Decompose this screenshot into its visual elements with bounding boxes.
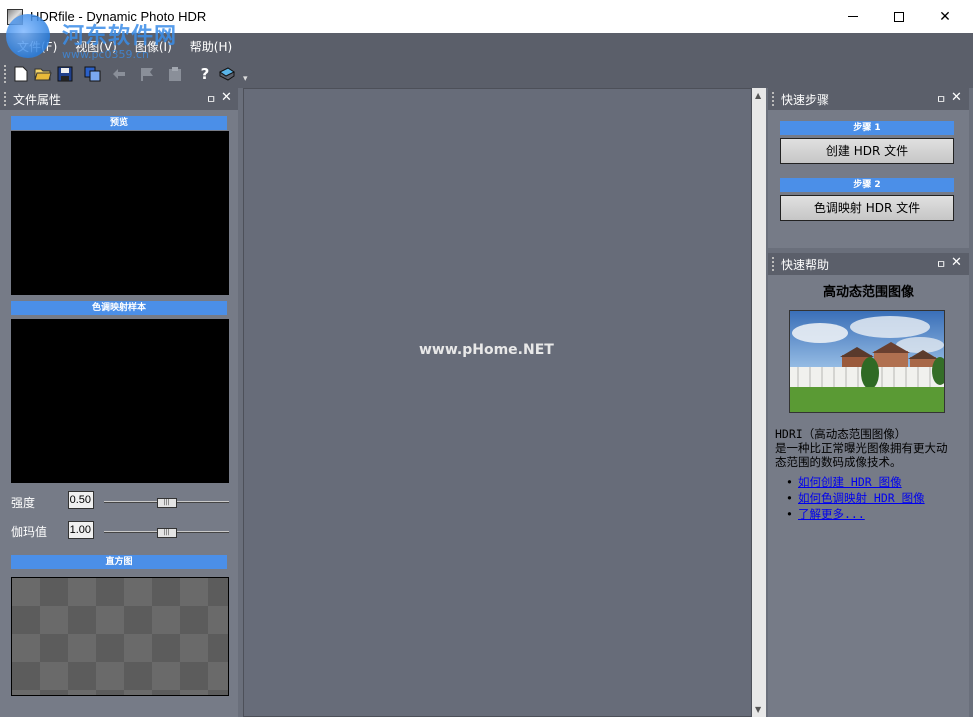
help-text-line: 态范围的数码成像技术。	[775, 455, 902, 469]
info-icon[interactable]	[218, 65, 236, 83]
help-link-tonemap-hdr[interactable]: 如何色调映射 HDR 图像	[782, 490, 967, 506]
title-bar: HDRfile - Dynamic Photo HDR ✕	[0, 0, 973, 33]
strength-value-field[interactable]: 0.50	[68, 491, 94, 509]
pin-icon[interactable]: ㅁ	[206, 91, 216, 107]
histogram-header: 直方图	[11, 555, 227, 569]
help-text-line: HDRI（高动态范围图像）	[775, 427, 907, 441]
quick-help-panel: 快速帮助 ㅁ ✕ 高动态范围图像 HDRI（高动态范围图像） 是一种比正常曝光图…	[768, 253, 969, 717]
help-text-line: 是一种比正常曝光图像拥有更大动	[775, 441, 948, 455]
menu-file[interactable]: 文件(F)	[8, 38, 66, 55]
panel-grip[interactable]	[772, 92, 775, 106]
step1-header: 步骤 1	[780, 121, 954, 135]
minimize-icon	[848, 16, 858, 17]
menu-view[interactable]: 视图(V)	[66, 38, 126, 55]
scroll-down-icon[interactable]: ▼	[755, 705, 761, 714]
panel-title: 快速步骤	[781, 93, 830, 107]
minimize-button[interactable]	[830, 0, 876, 33]
strength-label: 强度	[11, 496, 36, 510]
tonemap-sample-header: 色调映射样本	[11, 301, 227, 315]
panel-title: 快速帮助	[781, 258, 830, 272]
gamma-slider-thumb[interactable]: |||	[156, 528, 177, 538]
gamma-value-field[interactable]: 1.00	[68, 521, 94, 539]
flag-icon[interactable]	[138, 65, 156, 83]
scroll-up-icon[interactable]: ▲	[755, 91, 761, 100]
help-icon[interactable]: ?	[196, 65, 214, 83]
create-hdr-button[interactable]: 创建 HDR 文件	[780, 138, 954, 164]
center-watermark: www.pHome.NET	[419, 342, 554, 358]
toolbar: ? ▾	[0, 60, 973, 88]
panel-close-icon[interactable]: ✕	[951, 255, 962, 270]
back-icon[interactable]	[110, 65, 128, 83]
copy-icon[interactable]	[84, 65, 102, 83]
help-link-create-hdr[interactable]: 如何创建 HDR 图像	[782, 474, 967, 490]
window-title: HDRfile - Dynamic Photo HDR	[30, 9, 207, 24]
menu-bar: 文件(F) 视图(V) 图像(I) 帮助(H)	[0, 33, 973, 60]
strength-slider-thumb[interactable]: |||	[156, 498, 177, 508]
close-icon: ✕	[939, 8, 951, 25]
step2-header: 步骤 2	[780, 178, 954, 192]
panel-header: 快速帮助 ㅁ ✕	[768, 253, 969, 275]
close-button[interactable]: ✕	[922, 0, 968, 33]
panel-grip[interactable]	[4, 92, 7, 106]
preview-area	[11, 131, 229, 295]
tonemap-hdr-button[interactable]: 色调映射 HDR 文件	[780, 195, 954, 221]
save-icon[interactable]	[56, 65, 74, 83]
maximize-icon	[894, 11, 904, 22]
histogram-area	[11, 577, 229, 696]
panel-close-icon[interactable]: ✕	[221, 90, 232, 105]
panel-close-icon[interactable]: ✕	[951, 90, 962, 105]
menu-image[interactable]: 图像(I)	[126, 38, 181, 55]
help-heading: 高动态范围图像	[822, 285, 914, 300]
quick-steps-panel: 快速步骤 ㅁ ✕ 步骤 1 创建 HDR 文件 步骤 2 色调映射 HDR 文件	[768, 88, 969, 248]
preview-header: 预览	[11, 116, 227, 130]
panel-title: 文件属性	[13, 93, 62, 107]
new-icon[interactable]	[12, 65, 30, 83]
toolbar-grip[interactable]	[4, 65, 7, 83]
panel-header: 快速步骤 ㅁ ✕	[768, 88, 969, 110]
open-icon[interactable]	[34, 65, 52, 83]
vertical-scrollbar[interactable]: ▲ ▼	[752, 88, 766, 717]
file-properties-panel: 文件属性 ㅁ ✕ 预览 色调映射样本 强度 0.50 ||| 伽玛值 1.00 …	[0, 88, 238, 717]
help-link-learn-more[interactable]: 了解更多...	[782, 506, 967, 522]
toolbar-overflow-icon[interactable]: ▾	[243, 74, 248, 84]
pin-icon[interactable]: ㅁ	[936, 91, 946, 107]
help-description: HDRI（高动态范围图像） 是一种比正常曝光图像拥有更大动 态范围的数码成像技术…	[775, 427, 965, 469]
panel-grip[interactable]	[772, 257, 775, 271]
workspace[interactable]: www.pHome.NET	[243, 88, 752, 717]
app-icon	[7, 9, 23, 25]
hdr-sample-image	[789, 310, 945, 413]
help-links: 如何创建 HDR 图像 如何色调映射 HDR 图像 了解更多...	[782, 474, 967, 522]
menu-help[interactable]: 帮助(H)	[181, 38, 241, 55]
panel-header: 文件属性 ㅁ ✕	[0, 88, 238, 110]
maximize-button[interactable]	[876, 0, 922, 33]
clipboard-icon[interactable]	[166, 65, 184, 83]
tonemap-sample-area	[11, 319, 229, 483]
pin-icon[interactable]: ㅁ	[936, 256, 946, 272]
gamma-label: 伽玛值	[11, 525, 48, 539]
